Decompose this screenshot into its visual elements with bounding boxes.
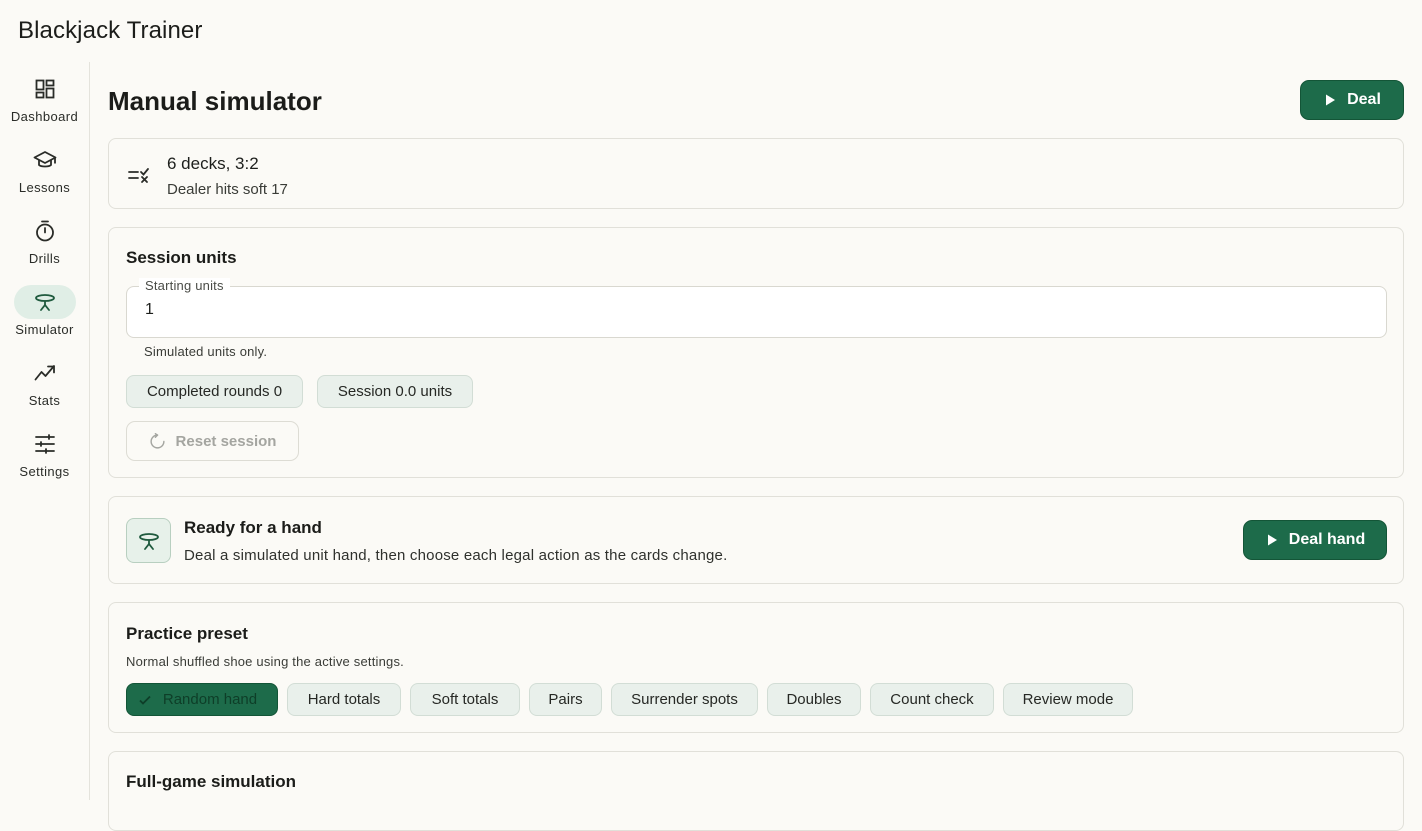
preset-chip-random-hand[interactable]: Random hand — [126, 683, 278, 716]
preset-chip-hard-totals[interactable]: Hard totals — [287, 683, 401, 716]
deal-hand-button[interactable]: Deal hand — [1243, 520, 1387, 560]
nav-item-stats[interactable]: Stats — [0, 356, 89, 422]
nav-item-lessons[interactable]: Lessons — [0, 143, 89, 209]
nav-label: Simulator — [15, 322, 74, 337]
play-icon — [1326, 94, 1336, 106]
deal-button[interactable]: Deal — [1300, 80, 1404, 120]
nav-label: Lessons — [18, 180, 71, 195]
starting-units-input[interactable] — [145, 301, 1345, 319]
preset-chip-doubles[interactable]: Doubles — [767, 683, 861, 716]
app-title: Blackjack Trainer — [18, 17, 203, 44]
top-app-bar: Blackjack Trainer — [0, 0, 1422, 62]
nav-item-dashboard[interactable]: Dashboard — [0, 72, 89, 138]
preset-chip-pairs[interactable]: Pairs — [529, 683, 602, 716]
practice-preset-subtitle: Normal shuffled shoe using the active se… — [126, 654, 404, 669]
stopwatch-icon — [35, 220, 54, 242]
reset-session-label: Reset session — [175, 432, 277, 450]
ready-subtitle: Deal a simulated unit hand, then choose … — [184, 547, 728, 564]
practice-preset-card: Practice preset Normal shuffled shoe usi… — [108, 602, 1404, 733]
trend-chart-icon — [34, 365, 55, 381]
nav-item-settings[interactable]: Settings — [0, 427, 89, 493]
completed-rounds-chip: Completed rounds 0 — [126, 375, 303, 408]
practice-preset-title: Practice preset — [126, 624, 248, 643]
ready-icon-box — [126, 518, 171, 563]
play-icon — [1267, 534, 1277, 546]
deal-button-label: Deal — [1347, 91, 1381, 108]
reset-session-button[interactable]: Reset session — [126, 421, 299, 461]
dashboard-icon — [35, 79, 54, 99]
preset-chip-count-check[interactable]: Count check — [870, 683, 994, 716]
main-content: Manual simulator Deal 6 decks, 3:2 Deale… — [108, 62, 1404, 831]
session-units-chip: Session 0.0 units — [317, 375, 473, 408]
ready-title: Ready for a hand — [184, 518, 322, 537]
rules-sub-text: Dealer hits soft 17 — [167, 181, 288, 198]
nav-label: Stats — [28, 393, 61, 408]
starting-units-field[interactable]: Starting units — [126, 278, 1387, 338]
nav-item-drills[interactable]: Drills — [0, 214, 89, 280]
table-icon — [138, 532, 159, 550]
navigation-rail: Dashboard Lessons Drills Simulator Stats… — [0, 62, 90, 800]
deal-hand-label: Deal hand — [1288, 531, 1366, 548]
starting-units-label: Starting units — [139, 278, 230, 293]
session-units-card: Session units Starting units Simulated u… — [108, 227, 1404, 478]
preset-chip-soft-totals[interactable]: Soft totals — [410, 683, 520, 716]
preset-chip-label: Random hand — [162, 691, 258, 708]
check-icon — [139, 695, 151, 705]
nav-label: Settings — [19, 464, 70, 479]
graduation-cap-icon — [33, 151, 56, 168]
sliders-icon — [34, 434, 55, 454]
rules-main-text: 6 decks, 3:2 — [167, 154, 259, 173]
starting-units-helper: Simulated units only. — [144, 344, 268, 359]
full-game-title: Full-game simulation — [126, 772, 297, 791]
session-units-title: Session units — [126, 248, 237, 267]
full-game-simulation-card: Full-game simulation — [108, 751, 1404, 831]
nav-label: Drills — [28, 251, 61, 266]
table-icon — [34, 294, 55, 311]
page-title: Manual simulator — [108, 86, 322, 116]
reset-icon — [149, 432, 165, 449]
nav-label: Dashboard — [10, 109, 79, 124]
nav-item-simulator[interactable]: Simulator — [0, 285, 89, 351]
rules-summary-card[interactable]: 6 decks, 3:2 Dealer hits soft 17 — [108, 138, 1404, 209]
preset-chip-review-mode[interactable]: Review mode — [1003, 683, 1133, 716]
preset-chip-surrender-spots[interactable]: Surrender spots — [611, 683, 758, 716]
ready-for-hand-card: Ready for a hand Deal a simulated unit h… — [108, 496, 1404, 584]
rule-list-icon — [128, 168, 149, 183]
